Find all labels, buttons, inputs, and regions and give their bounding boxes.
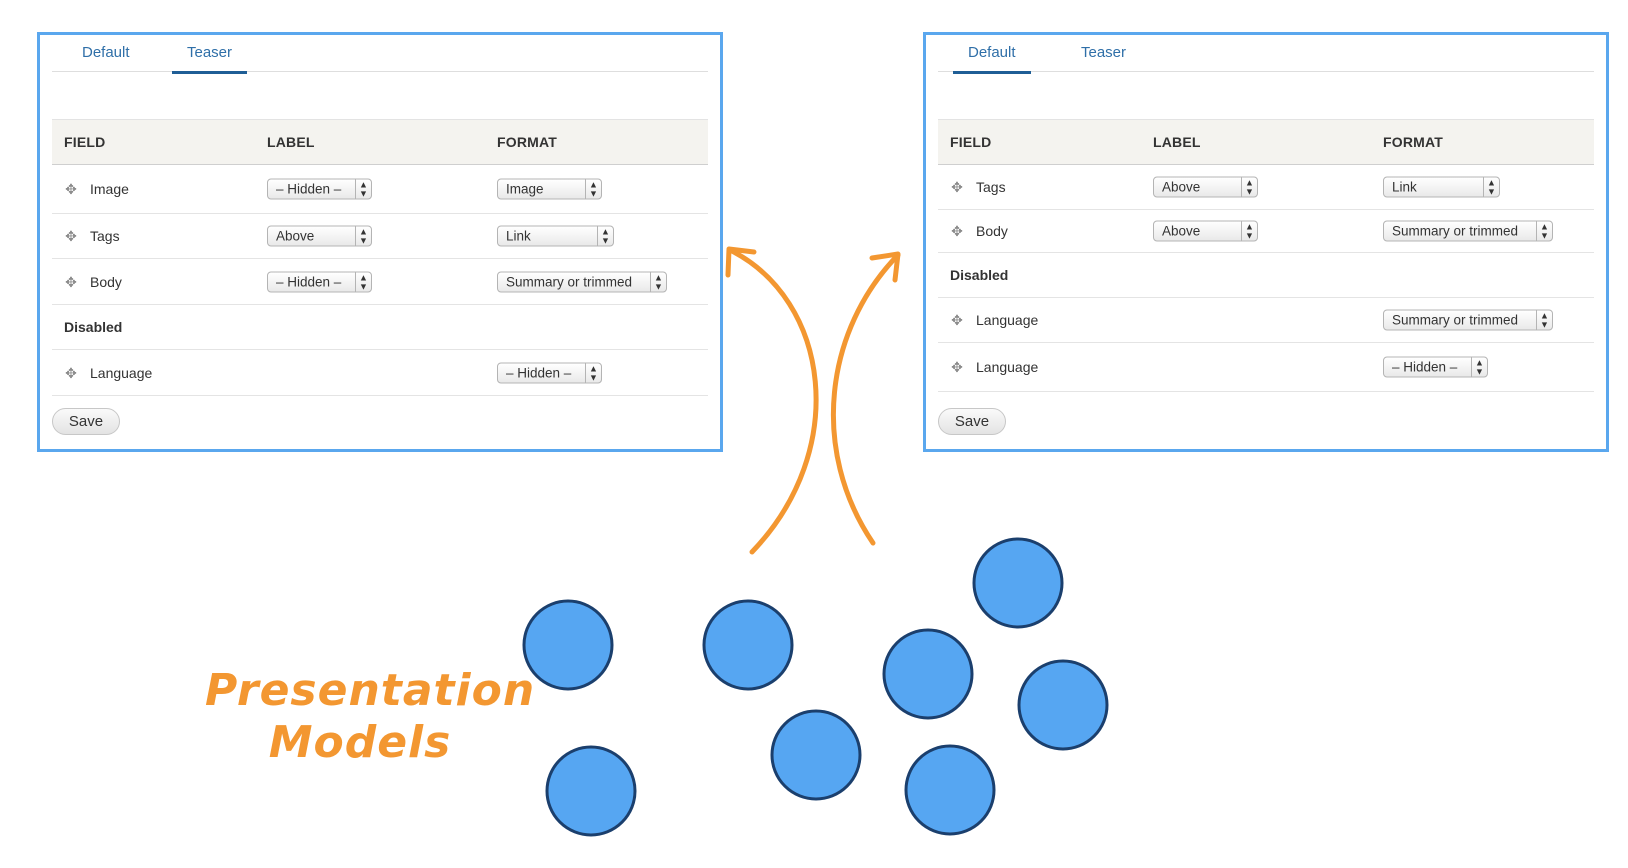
presentation-model-circle: [972, 537, 1064, 629]
presentation-model-circles: [522, 537, 1109, 837]
presentation-model-circle: [904, 744, 996, 836]
presentation-model-circle: [882, 628, 974, 720]
presentation-models-label-line2: Models: [268, 717, 452, 768]
presentation-model-circle: [770, 709, 862, 801]
presentation-models-label: Presentation Models: [205, 665, 536, 769]
presentation-model-circle: [522, 599, 614, 691]
presentation-model-circle: [1017, 659, 1109, 751]
arrow-to-left-panel: [725, 246, 819, 555]
presentation-model-circle: [702, 599, 794, 691]
presentation-model-circle: [545, 745, 637, 837]
arrow-to-right-panel: [830, 251, 901, 546]
presentation-models-label-line1: Presentation: [205, 665, 536, 716]
